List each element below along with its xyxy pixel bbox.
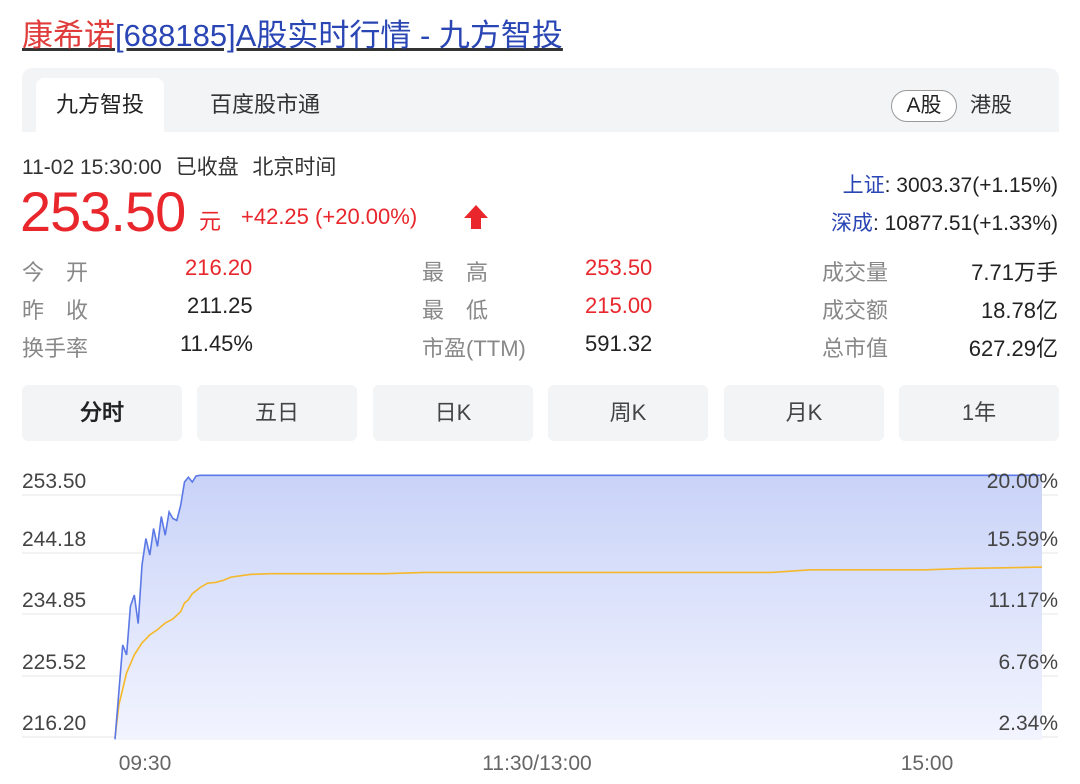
price-unit: 元 xyxy=(199,209,222,234)
y-axis-price-label: 234.85 xyxy=(22,589,86,612)
index-shanghai-name[interactable]: 上证 xyxy=(843,174,885,197)
period-tab-one-year[interactable]: 1年 xyxy=(899,385,1059,441)
y-axis-pct-label: 11.17% xyxy=(988,589,1058,612)
intraday-chart: 253.50 20.00% 244.18 15.59% 234.85 11.17% 225.… xyxy=(22,470,1058,775)
y-axis-pct-label: 20.00% xyxy=(987,470,1058,493)
stock-name[interactable]: 康希诺 xyxy=(22,18,115,53)
page-title-link[interactable]: 康希诺[688185]A股实时行情 - 九方智投 xyxy=(22,14,563,58)
y-axis-pct-label: 2.34% xyxy=(998,712,1058,735)
market-status: 已收盘 xyxy=(175,156,239,179)
price-area xyxy=(115,475,1042,740)
price-change-value: +42.25 xyxy=(241,204,309,229)
x-axis-time-label: 11:30/13:00 xyxy=(482,752,591,775)
hk-share-toggle[interactable]: 港股 xyxy=(970,90,1012,122)
volume-label: 成交量 xyxy=(822,260,889,285)
x-axis-time-label: 09:30 xyxy=(119,752,172,775)
pe-value: 591.32 xyxy=(585,331,653,356)
tab-baidu[interactable]: 百度股市通 xyxy=(190,78,340,132)
quote-timestamp: 11-02 15:30:00 xyxy=(22,156,162,179)
quote-timestamp-row: 11-02 15:30:00 已收盘 北京时间 xyxy=(22,151,336,181)
period-tab-monthly-k[interactable]: 月K xyxy=(724,385,884,441)
prev-close-label: 昨 收 xyxy=(22,298,89,323)
high-label: 最 高 xyxy=(422,260,489,285)
y-axis-price-label: 225.52 xyxy=(22,651,86,674)
high-value: 253.50 xyxy=(585,255,653,280)
turnover-rate-value: 11.45% xyxy=(180,331,253,356)
turnover-rate-label: 换手率 xyxy=(22,336,89,361)
period-tab-five-day[interactable]: 五日 xyxy=(197,385,357,441)
index-shanghai-value: : 3003.37(+1.15%) xyxy=(884,174,1058,197)
y-axis-price-label: 253.50 xyxy=(22,470,86,493)
a-share-toggle[interactable]: A股 xyxy=(891,90,957,122)
amount-value: 18.78亿 xyxy=(980,298,1058,323)
amount-label: 成交额 xyxy=(822,298,889,323)
tab-jiufang[interactable]: 九方智投 xyxy=(36,78,164,132)
up-arrow-icon xyxy=(464,205,488,229)
prev-close-value: 211.25 xyxy=(187,293,253,318)
volume-value: 7.71万手 xyxy=(971,260,1058,285)
period-tab-daily-k[interactable]: 日K xyxy=(373,385,533,441)
index-shenzhen-value: : 10877.51(+1.33%) xyxy=(872,212,1058,235)
index-shenzhen[interactable]: 深成: 10877.51(+1.33%) xyxy=(831,207,1058,237)
market-cap-value: 627.29亿 xyxy=(968,336,1058,361)
open-label: 今 开 xyxy=(22,260,89,285)
current-price: 253.50 xyxy=(20,180,186,243)
index-shanghai[interactable]: 上证: 3003.37(+1.15%) xyxy=(843,169,1058,199)
price-change: +42.25 (+20.00%) xyxy=(241,204,417,230)
y-axis-pct-label: 6.76% xyxy=(998,651,1058,674)
open-value: 216.20 xyxy=(185,255,253,280)
source-tabs: 九方智投 百度股市通 A股 港股 xyxy=(22,68,1059,132)
pe-label: 市盈(TTM) xyxy=(422,336,526,361)
period-tab-weekly-k[interactable]: 周K xyxy=(548,385,708,441)
index-shenzhen-name[interactable]: 深成 xyxy=(831,212,873,235)
low-value: 215.00 xyxy=(585,293,653,318)
low-label: 最 低 xyxy=(422,298,489,323)
price-change-pct: (+20.00%) xyxy=(315,204,418,229)
market-cap-label: 总市值 xyxy=(822,336,889,361)
y-axis-price-label: 244.18 xyxy=(22,528,86,551)
page-title-rest[interactable]: [688185]A股实时行情 - 九方智投 xyxy=(115,18,563,53)
x-axis-time-label: 15:00 xyxy=(901,752,954,775)
period-tab-intraday[interactable]: 分时 xyxy=(22,385,182,441)
y-axis-price-label: 216.20 xyxy=(22,712,86,735)
timezone-label: 北京时间 xyxy=(252,156,337,179)
y-axis-pct-label: 15.59% xyxy=(987,528,1058,551)
